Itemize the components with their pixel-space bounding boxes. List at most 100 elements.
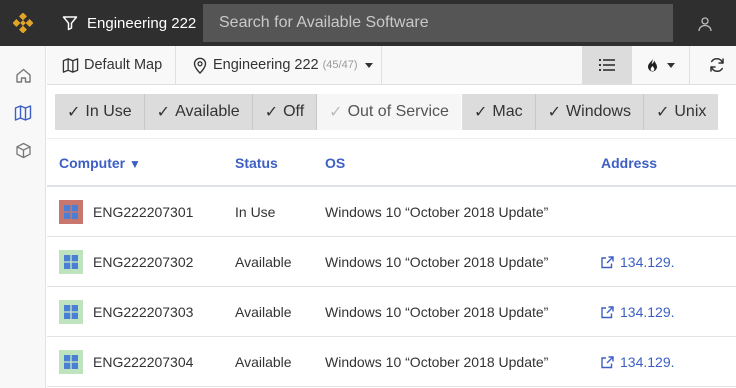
lab-filter-button[interactable]: Engineering 222: [46, 0, 200, 46]
computer-status: Available: [235, 354, 292, 370]
chevron-down-icon: [365, 62, 374, 68]
chevron-down-icon: [667, 62, 675, 68]
sidebar-item-home[interactable]: [0, 57, 46, 93]
top-bar: Engineering 222: [0, 0, 736, 46]
check-icon: ✓: [547, 104, 562, 121]
toolbar: Default Map Engineering 222 (45/47): [47, 46, 736, 85]
software-search-input[interactable]: [203, 4, 673, 42]
computer-name: ENG222207301: [93, 204, 194, 220]
external-link-icon: [601, 305, 614, 318]
address-text: 134.129.: [620, 254, 675, 270]
toolbar-divider: [689, 46, 690, 84]
filter-windows[interactable]: ✓ Windows: [535, 94, 644, 130]
status-os-tile: [59, 350, 83, 374]
app-logo[interactable]: [0, 0, 46, 46]
table-row[interactable]: ENG222207303 Available Windows 10 “Octob…: [47, 287, 736, 337]
computer-name: ENG222207303: [93, 304, 194, 320]
remote-address-link[interactable]: 134.129.: [601, 337, 675, 387]
default-map-button[interactable]: Default Map: [62, 46, 162, 84]
status-filter-group: ✓ In Use ✓ Available ✓ Off ✓ Out of Service: [55, 94, 461, 130]
filter-label: In Use: [85, 103, 132, 120]
refresh-icon: [710, 57, 724, 73]
check-icon: ✓: [156, 104, 171, 121]
column-header-status[interactable]: Status: [235, 155, 278, 171]
column-header-address[interactable]: Address: [601, 155, 657, 171]
status-os-tile: [59, 250, 83, 274]
windows-icon: [64, 355, 78, 369]
table-row[interactable]: ENG222207304 Available Windows 10 “Octob…: [47, 337, 736, 387]
check-icon: ✓: [67, 104, 81, 121]
left-sidebar: [0, 46, 46, 388]
remote-address-link[interactable]: 134.129.: [601, 287, 675, 337]
filter-unix[interactable]: ✓ Unix: [643, 94, 719, 130]
windows-icon: [64, 255, 78, 269]
filter-off[interactable]: ✓ Off: [252, 94, 318, 130]
computer-name: ENG222207304: [93, 354, 194, 370]
toolbar-divider: [175, 46, 176, 84]
status-os-tile: [59, 300, 83, 324]
column-header-label: Computer: [59, 155, 126, 171]
table-row[interactable]: ENG222207302 Available Windows 10 “Octob…: [47, 237, 736, 287]
list-icon: [599, 59, 615, 71]
os-filter-group: ✓ Mac ✓ Windows ✓ Unix: [462, 94, 719, 130]
default-map-label: Default Map: [84, 57, 163, 73]
list-view-button[interactable]: [582, 46, 632, 84]
location-count: (45/47): [322, 59, 358, 71]
filter-label: Out of Service: [347, 103, 449, 120]
check-icon: ✓: [655, 104, 670, 121]
filter-label: Mac: [492, 103, 523, 120]
computer-name: ENG222207302: [93, 254, 194, 270]
computer-status: Available: [235, 304, 292, 320]
computer-os: Windows 10 “October 2018 Update”: [325, 354, 549, 370]
table-header: Computer ▼ Status OS Address: [47, 139, 736, 187]
check-icon: ✓: [264, 104, 279, 121]
computer-os: Windows 10 “October 2018 Update”: [325, 204, 549, 220]
sort-desc-icon: ▼: [129, 157, 141, 171]
status-os-tile: [59, 200, 83, 224]
location-dropdown[interactable]: Engineering 222 (45/47): [192, 46, 374, 84]
filter-label: Windows: [566, 103, 631, 120]
lab-name: Engineering 222: [87, 14, 197, 32]
table-row[interactable]: ENG222207301 In Use Windows 10 “October …: [47, 187, 736, 237]
filter-label: Unix: [674, 103, 707, 120]
computer-table: Computer ▼ Status OS Address ENG22220730…: [47, 139, 736, 387]
map-icon: [14, 105, 32, 121]
flame-icon: [648, 57, 657, 72]
filter-bar: ✓ In Use ✓ Available ✓ Off ✓ Out of Service …: [47, 85, 736, 139]
filter-available[interactable]: ✓ Available: [144, 94, 253, 130]
computer-status: Available: [235, 254, 292, 270]
address-text: 134.129.: [620, 354, 675, 370]
sidebar-item-software[interactable]: [0, 132, 46, 168]
external-link-icon: [601, 355, 614, 368]
column-header-computer[interactable]: Computer ▼: [59, 155, 141, 171]
windows-icon: [64, 305, 78, 319]
user-icon: [698, 17, 712, 32]
computer-status: In Use: [235, 204, 276, 220]
diamond-logo-icon: [13, 13, 33, 33]
windows-icon: [64, 205, 78, 219]
computer-os: Windows 10 “October 2018 Update”: [325, 254, 549, 270]
filter-mac[interactable]: ✓ Mac: [462, 94, 536, 130]
filter-label: Off: [283, 103, 305, 120]
computer-os: Windows 10 “October 2018 Update”: [325, 304, 549, 320]
refresh-button[interactable]: [702, 46, 732, 84]
toolbar-divider: [381, 46, 382, 84]
filter-out-of-service[interactable]: ✓ Out of Service: [317, 94, 461, 130]
external-link-icon: [601, 255, 614, 268]
address-text: 134.129.: [620, 304, 675, 320]
column-header-os[interactable]: OS: [325, 155, 345, 171]
filter-icon: [62, 16, 78, 31]
heatmap-dropdown[interactable]: [632, 46, 689, 84]
location-pin-icon: [193, 57, 207, 74]
check-icon: ✓: [329, 104, 343, 121]
remote-address-link[interactable]: 134.129.: [601, 237, 675, 287]
filter-in-use[interactable]: ✓ In Use: [55, 94, 145, 130]
user-button[interactable]: [690, 9, 720, 39]
check-icon: ✓: [474, 104, 488, 121]
home-icon: [15, 68, 31, 83]
filter-label: Available: [175, 103, 240, 120]
box-icon: [15, 142, 31, 158]
map-icon: [62, 57, 79, 73]
sidebar-item-map[interactable]: [0, 95, 46, 131]
location-label: Engineering 222: [213, 57, 319, 73]
